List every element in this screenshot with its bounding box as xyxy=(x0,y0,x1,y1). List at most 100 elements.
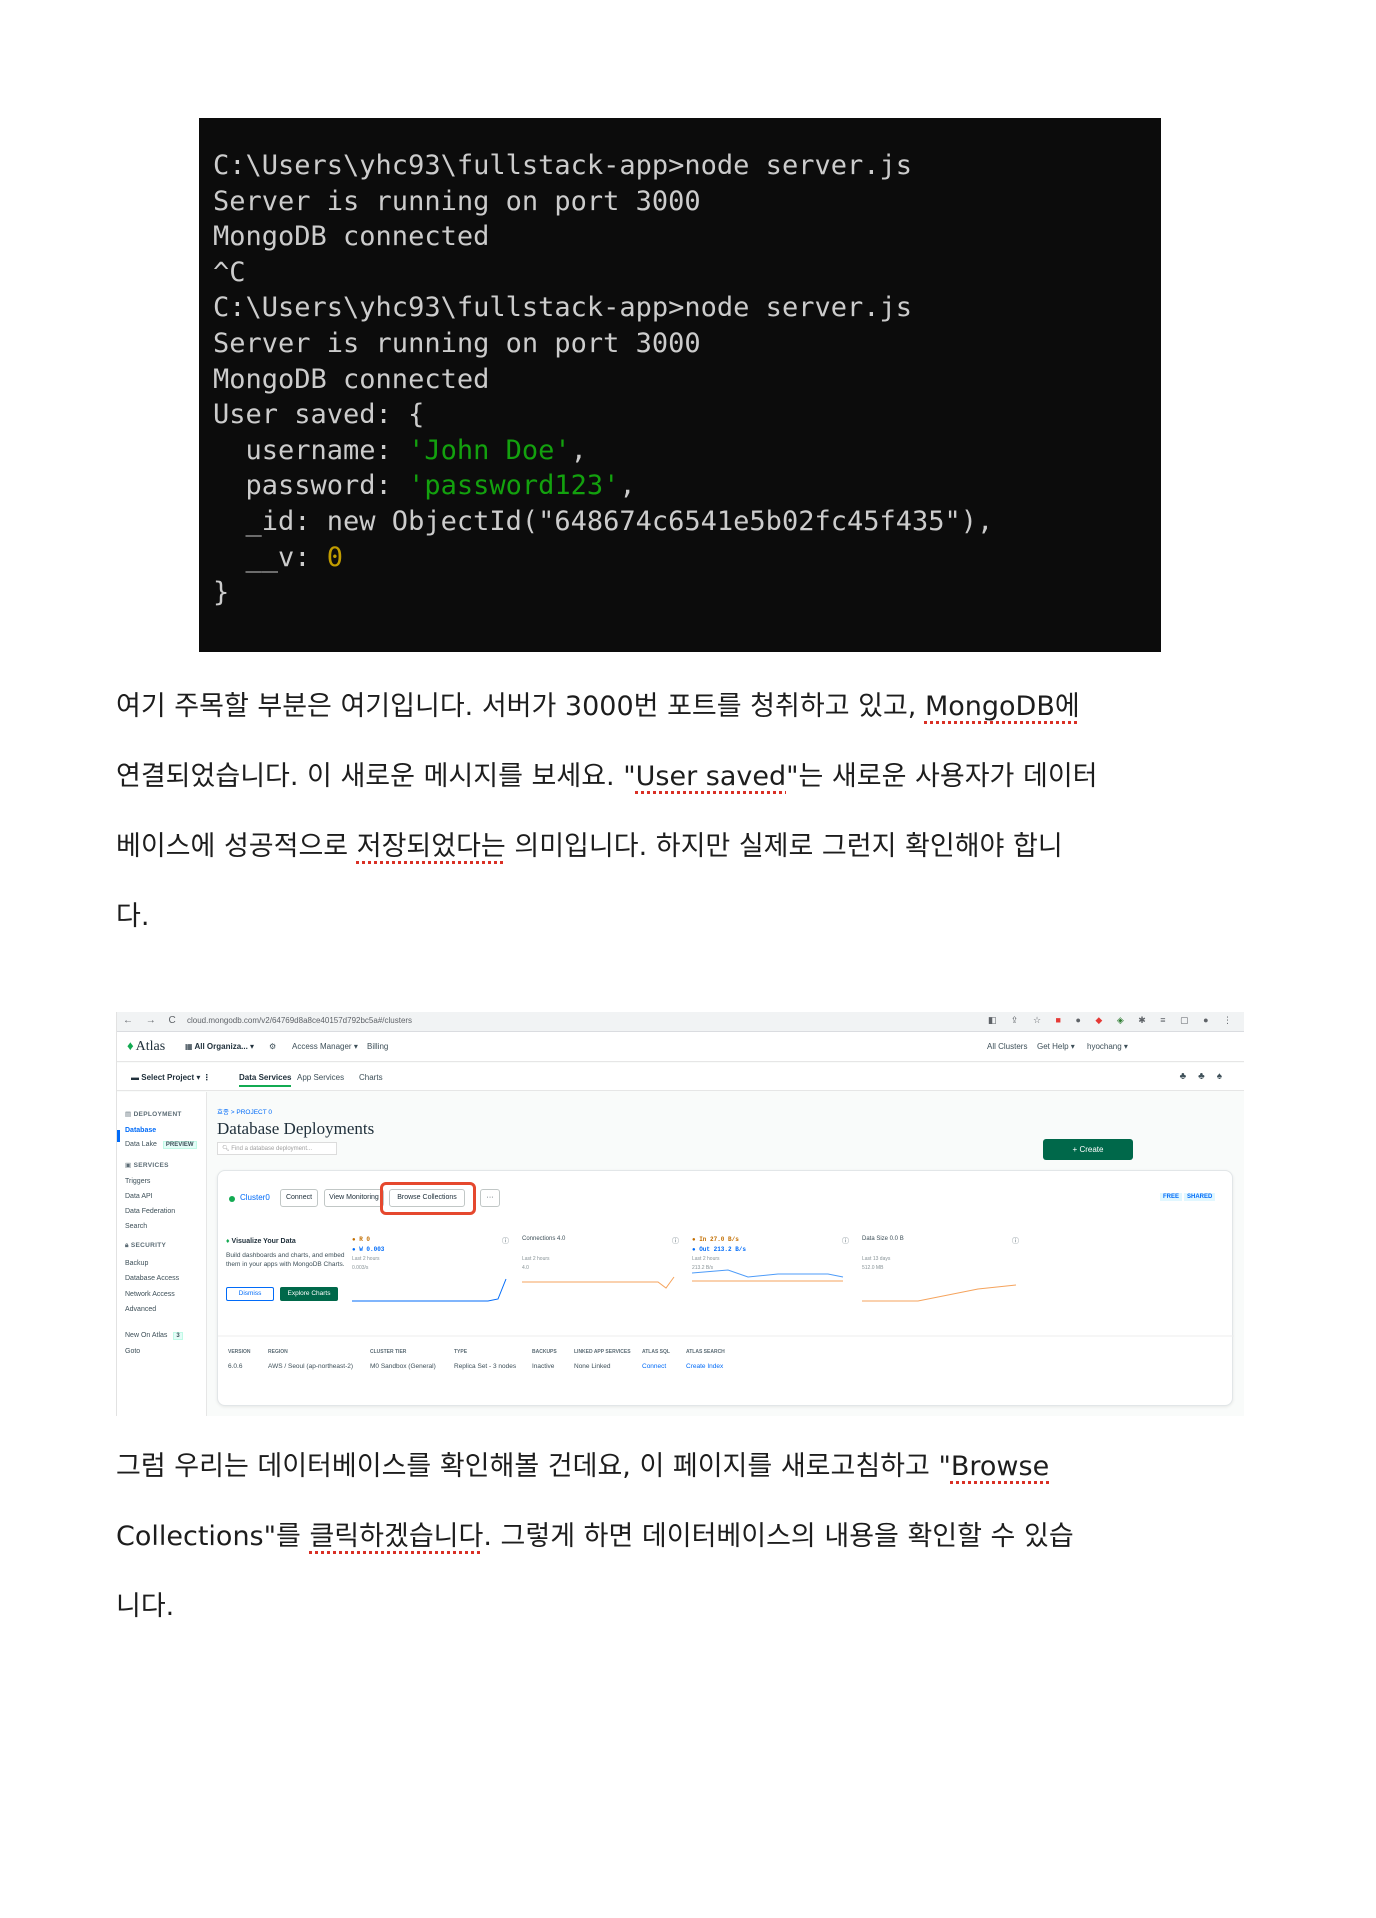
folder-icon: ▬ xyxy=(131,1073,142,1082)
text-run: 베이스에 성공적으로 xyxy=(116,831,357,862)
atlas-sql-connect-link[interactable]: Connect xyxy=(642,1363,666,1370)
detail-version: 6.0.6 xyxy=(228,1363,243,1370)
breadcrumb[interactable]: 효종 > PROJECT 0 xyxy=(217,1106,272,1116)
stack-icon: ▤ xyxy=(125,1111,134,1118)
sidebar-item-database-access[interactable]: Database Access xyxy=(125,1275,179,1282)
sidebar-item-data-federation[interactable]: Data Federation xyxy=(125,1208,175,1215)
text-run: 니다. xyxy=(116,1591,175,1622)
detail-header: ATLAS SQL xyxy=(642,1349,670,1355)
search-icon: 🔍︎ xyxy=(222,1146,232,1152)
get-help-menu[interactable]: Get Help ▾ xyxy=(1037,1042,1075,1051)
text-run: 여기 주목할 부분은 여기입니다. 서버가 3000번 포트를 청취하고 있고, xyxy=(116,691,925,722)
terminal-key: password: xyxy=(213,470,409,502)
terminal-line-password: password: 'password123', xyxy=(213,468,1161,504)
paragraph-instruction: 그럼 우리는 데이터베이스를 확인해볼 건데요, 이 페이지를 새로고침하고 "… xyxy=(116,1432,1246,1642)
text-line: 니다. xyxy=(116,1572,1246,1642)
detail-header: TYPE xyxy=(454,1349,468,1355)
user-menu[interactable]: hyochang ▾ xyxy=(1087,1042,1128,1051)
sidebar-item-search[interactable]: Search xyxy=(125,1223,147,1230)
terminal-line: ^C xyxy=(213,256,246,288)
org-selector[interactable]: ▦ All Organiza... ▾ xyxy=(185,1042,254,1051)
project-toolbar-icons[interactable]: ♣♣♠ xyxy=(1180,1071,1234,1082)
terminal-line: MongoDB connected xyxy=(213,363,490,395)
text-run: 다. xyxy=(116,901,150,932)
logo-text: Atlas xyxy=(135,1039,166,1054)
atlas-screenshot: ← → C cloud.mongodb.com/v2/64769d8a8ce40… xyxy=(116,1012,1244,1416)
search-input[interactable]: 🔍︎ Find a database deployment... xyxy=(217,1142,337,1155)
tab-app-services[interactable]: App Services xyxy=(297,1073,344,1082)
sidebar-item-backup[interactable]: Backup xyxy=(125,1260,148,1267)
terminal-line: User saved: { xyxy=(213,399,425,431)
detail-header: LINKED APP SERVICES xyxy=(574,1349,631,1355)
text-line: 여기 주목할 부분은 여기입니다. 서버가 3000번 포트를 청취하고 있고,… xyxy=(116,672,1246,742)
browser-nav-icons[interactable]: ← → C xyxy=(123,1015,181,1026)
access-manager-menu[interactable]: Access Manager ▾ xyxy=(292,1042,358,1051)
sidebar-active-indicator xyxy=(117,1130,120,1142)
text-line: Collections"를 클릭하겠습니다. 그렇게 하면 데이터베이스의 내용… xyxy=(116,1502,1246,1572)
terminal-line-id: _id: new ObjectId("648674c6541e5b02fc45f… xyxy=(213,505,994,537)
billing-link[interactable]: Billing xyxy=(367,1042,388,1051)
detail-tier: M0 Sandbox (General) xyxy=(370,1363,436,1370)
create-button[interactable]: + Create xyxy=(1043,1139,1133,1160)
sidebar-item-goto[interactable]: Goto xyxy=(125,1348,140,1355)
sidebar-item-advanced[interactable]: Advanced xyxy=(125,1306,156,1313)
browser-bar: ← → C cloud.mongodb.com/v2/64769d8a8ce40… xyxy=(117,1012,1244,1032)
text-run: . 그렇게 하면 데이터베이스의 내용을 확인할 수 있습 xyxy=(483,1521,1074,1552)
tab-data-services[interactable]: Data Services xyxy=(239,1073,292,1087)
address-bar[interactable]: cloud.mongodb.com/v2/64769d8a8ce40157d79… xyxy=(187,1016,412,1025)
spellcheck-word: Browse xyxy=(950,1451,1050,1482)
text-run: 그럼 우리는 데이터베이스를 확인해볼 건데요, 이 페이지를 새로고침하고 " xyxy=(116,1451,951,1482)
sparkline-network-out xyxy=(691,1269,844,1278)
text-line: 다. xyxy=(116,882,1246,952)
sparkline-data-size xyxy=(862,1284,1017,1302)
text-run: "는 새로운 사용자가 데이터 xyxy=(786,761,1098,792)
page-title: Database Deployments xyxy=(217,1119,375,1138)
sidebar-item-data-lake[interactable]: Data Lake PREVIEW xyxy=(125,1141,197,1149)
sidebar-item-new-on-atlas[interactable]: New On Atlas 3 xyxy=(125,1332,183,1340)
spellcheck-word: User saved xyxy=(635,761,787,792)
project-bar: ▬ Select Project ▾ ⋮ Data Services App S… xyxy=(117,1063,1244,1091)
detail-region: AWS / Seoul (ap-northeast-2) xyxy=(268,1363,354,1370)
text-run: 연결되었습니다. 이 새로운 메시지를 보세요. " xyxy=(116,761,636,792)
terminal-key: username: xyxy=(213,434,409,466)
text-line: 베이스에 성공적으로 저장되었다는 의미입니다. 하지만 실제로 그런지 확인해… xyxy=(116,812,1246,882)
spellcheck-word: 저장되었다는 xyxy=(356,831,506,862)
terminal-line: C:\Users\yhc93\fullstack-app>node server… xyxy=(213,150,912,181)
metric-sparklines xyxy=(218,1269,1234,1337)
settings-icon[interactable]: ⚙ xyxy=(269,1042,276,1051)
terminal-string: 'password123' xyxy=(408,470,620,502)
services-icon: ▣ xyxy=(125,1162,134,1169)
detail-header: ATLAS SEARCH xyxy=(686,1349,725,1355)
sidebar-item-data-api[interactable]: Data API xyxy=(125,1193,153,1200)
spellcheck-word: 클릭하겠습니다 xyxy=(309,1521,484,1552)
text-line: 연결되었습니다. 이 새로운 메시지를 보세요. "User saved"는 새… xyxy=(116,742,1246,812)
preview-badge: PREVIEW xyxy=(162,1141,197,1149)
all-clusters-link[interactable]: All Clusters xyxy=(987,1042,1027,1051)
tab-charts[interactable]: Charts xyxy=(359,1073,383,1082)
detail-header: VERSION xyxy=(228,1349,251,1355)
create-index-link[interactable]: Create Index xyxy=(686,1363,723,1370)
detail-type: Replica Set - 3 nodes xyxy=(454,1363,517,1370)
terminal-line: C:\Users\yhc93\fullstack-app>node server… xyxy=(213,292,912,324)
atlas-logo[interactable]: ♦ Atlas xyxy=(127,1038,165,1055)
sidebar-item-triggers[interactable]: Triggers xyxy=(125,1178,150,1185)
sidebar-item-network-access[interactable]: Network Access xyxy=(125,1291,175,1298)
count-badge: 3 xyxy=(173,1332,183,1340)
terminal-line-username: username: 'John Doe', xyxy=(213,433,1161,469)
project-selector[interactable]: ▬ Select Project ▾ ⋮ xyxy=(131,1073,211,1082)
sparkline-connections xyxy=(522,1276,675,1289)
text-run: Collections"를 xyxy=(116,1521,310,1552)
terminal-comma: , xyxy=(619,470,636,502)
terminal-number: 0 xyxy=(326,541,344,573)
sidebar-section-services: ▣ SERVICES xyxy=(125,1162,169,1169)
detail-backups: Inactive xyxy=(532,1363,555,1370)
terminal-key: __v: xyxy=(213,541,327,573)
terminal-line: Server is running on port 3000 xyxy=(213,185,701,217)
terminal-line: MongoDB connected xyxy=(213,221,490,253)
terminal-string: 'John Doe' xyxy=(408,434,571,466)
leaf-icon: ♦ xyxy=(127,1038,134,1053)
text-line: 그럼 우리는 데이터베이스를 확인해볼 건데요, 이 페이지를 새로고침하고 "… xyxy=(116,1432,1246,1502)
sidebar-item-database[interactable]: Database xyxy=(125,1127,156,1134)
atlas-sidebar: ▤ DEPLOYMENT Database Data Lake PREVIEW ▣… xyxy=(117,1092,207,1416)
text-run: 의미입니다. 하지만 실제로 그런지 확인해야 합니 xyxy=(505,831,1063,862)
